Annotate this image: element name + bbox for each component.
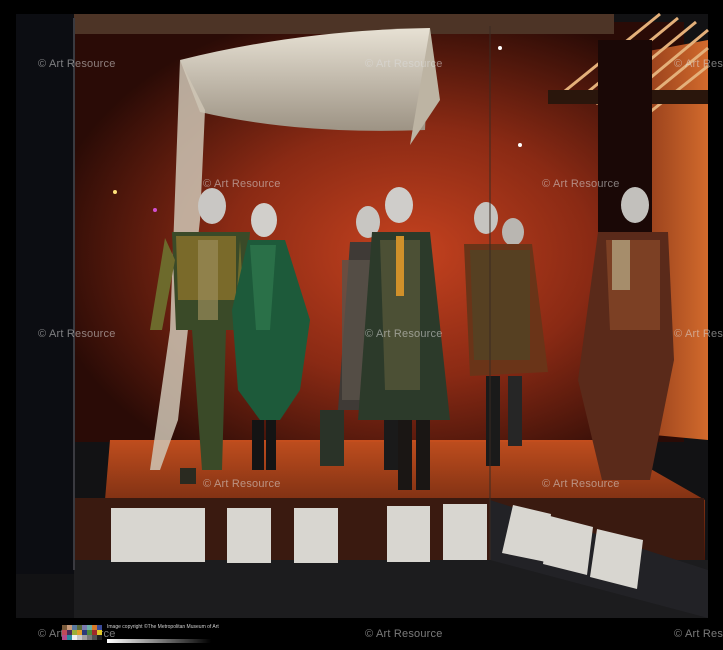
watermark: © Art Resource (674, 58, 723, 70)
watermark: © Art Resource (203, 478, 281, 490)
watermark: © Art Resource (542, 178, 620, 190)
copyright-caption: Image copyright ©The Metropolitan Museum… (107, 624, 219, 630)
watermark: © Art Resource (38, 58, 116, 70)
watermark: © Art Resource (674, 328, 723, 340)
watermark: © Art Resource (365, 58, 443, 70)
watermark: © Art Resource (674, 628, 723, 640)
watermark: © Art Resource (365, 628, 443, 640)
grayscale-bar (107, 639, 211, 643)
watermark: © Art Resource (365, 328, 443, 340)
museum-display-photo (0, 0, 723, 650)
color-calibration-bar (62, 625, 102, 640)
watermark: © Art Resource (542, 478, 620, 490)
watermark: © Art Resource (203, 178, 281, 190)
watermark: © Art Resource (38, 328, 116, 340)
